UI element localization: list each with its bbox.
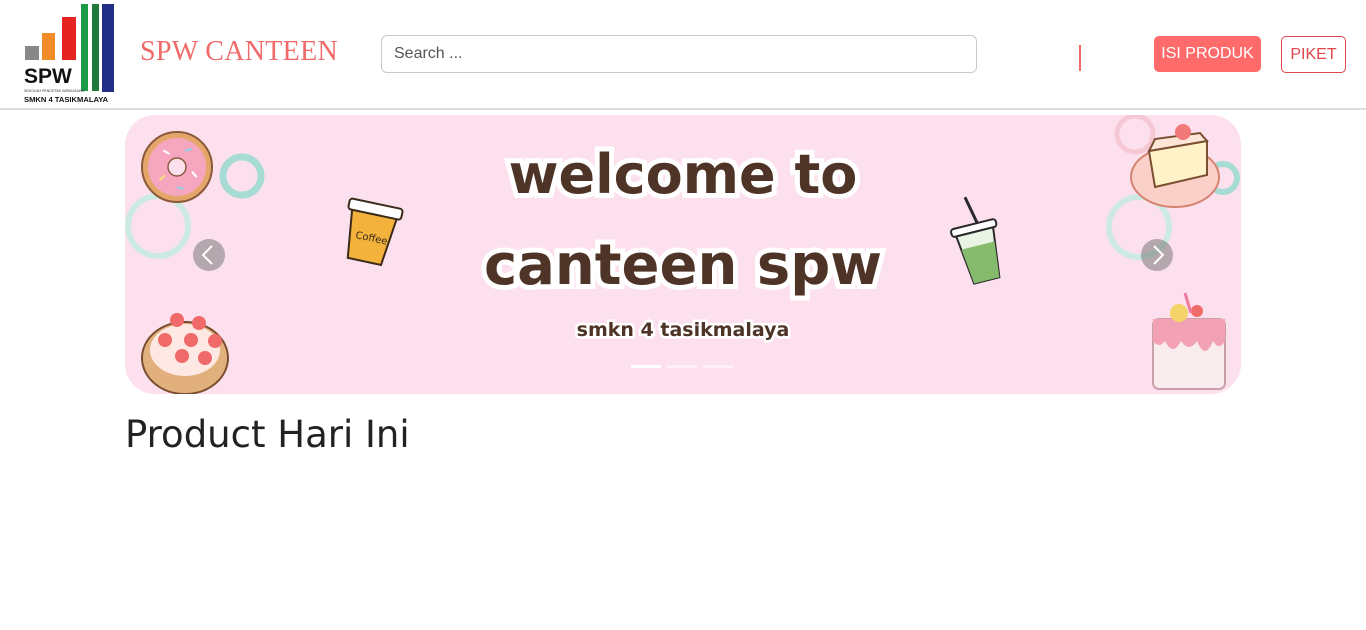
welcome-headline: welcome to canteen spw smkn 4 tasikmalay… — [125, 115, 1241, 394]
headline-line-1: welcome to — [504, 138, 863, 211]
logo-tagline: SEKOLAH PENCETAK WIRAUSAHA — [24, 89, 84, 93]
headline-subline: smkn 4 tasikmalaya — [574, 317, 792, 344]
brand-title[interactable]: SPW CANTEEN — [140, 36, 338, 68]
carousel-prev-button[interactable] — [193, 239, 225, 271]
headline-line-2: canteen spw — [479, 228, 887, 303]
chevron-right-icon — [1153, 245, 1165, 265]
carousel-indicators — [631, 365, 735, 369]
chevron-left-icon — [201, 245, 213, 265]
carousel-indicator-2[interactable] — [667, 365, 697, 368]
carousel-indicator-3[interactable] — [703, 365, 733, 368]
carousel-next-button[interactable] — [1141, 239, 1173, 271]
piket-button[interactable]: PIKET — [1281, 36, 1346, 73]
spw-logo[interactable]: SPW SEKOLAH PENCETAK WIRAUSAHA SMKN 4 TA… — [22, 3, 118, 105]
search-input[interactable] — [381, 35, 977, 73]
logo-subtitle: SMKN 4 TASIKMALAYA — [24, 95, 109, 104]
isi-produk-button[interactable]: ISI PRODUK — [1154, 36, 1261, 72]
logo-text: SPW — [24, 65, 72, 88]
section-title: Product Hari Ini — [125, 413, 410, 456]
carousel-indicator-1[interactable] — [631, 365, 661, 368]
navbar: SPW SEKOLAH PENCETAK WIRAUSAHA SMKN 4 TA… — [0, 0, 1366, 110]
nav-divider — [1079, 45, 1081, 71]
hero-carousel: Coffee welcome to canteen spw smkn 4 tas… — [125, 115, 1241, 394]
